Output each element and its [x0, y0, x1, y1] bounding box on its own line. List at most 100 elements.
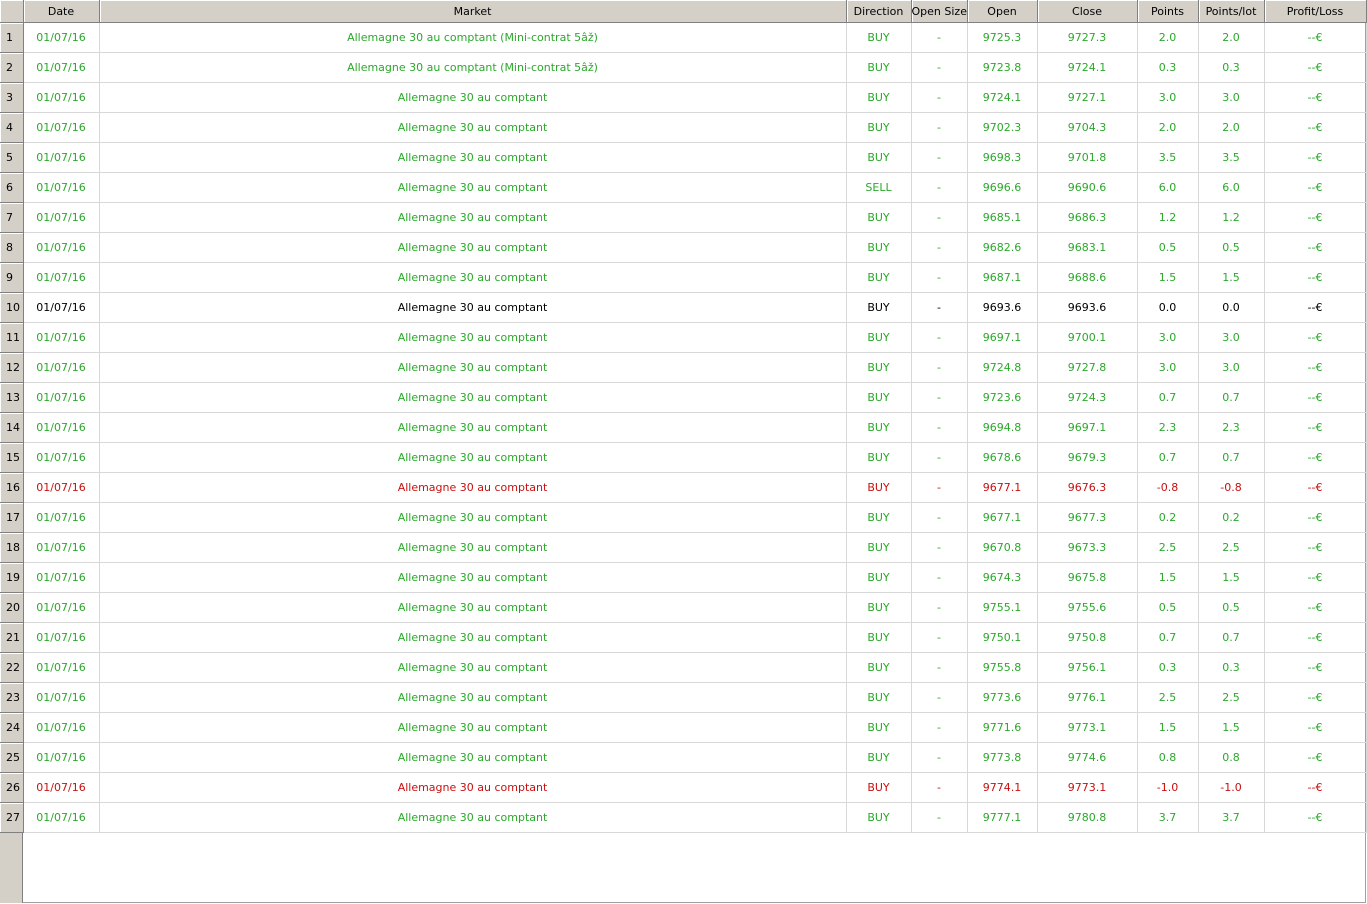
row-number[interactable]: 15: [0, 442, 24, 473]
row-number[interactable]: 7: [0, 202, 24, 233]
row-number[interactable]: 2: [0, 52, 24, 83]
open-cell: 9696.6: [967, 172, 1038, 203]
row-number[interactable]: 11: [0, 322, 24, 353]
open-size-cell: -: [911, 232, 968, 263]
points-per-lot-cell: 3.7: [1198, 802, 1265, 833]
table-row[interactable]: 13 01/07/16 Allemagne 30 au comptant BUY -97…: [0, 382, 1367, 413]
row-number[interactable]: 14: [0, 412, 24, 443]
table-row[interactable]: 16 01/07/16 Allemagne 30 au comptant BUY -96…: [0, 472, 1367, 503]
table-row[interactable]: 27 01/07/16 Allemagne 30 au comptant BUY -97…: [0, 802, 1367, 833]
table-row[interactable]: 20 01/07/16 Allemagne 30 au comptant BUY -97…: [0, 592, 1367, 623]
row-number[interactable]: 12: [0, 352, 24, 383]
table-row[interactable]: 18 01/07/16 Allemagne 30 au comptant BUY -96…: [0, 532, 1367, 563]
column-header-direction[interactable]: Direction: [846, 0, 912, 23]
column-header-open[interactable]: Open: [967, 0, 1038, 23]
row-number[interactable]: 18: [0, 532, 24, 563]
market-cell: Allemagne 30 au comptant: [99, 622, 847, 653]
column-header-open-size[interactable]: Open Size: [911, 0, 968, 23]
table-row[interactable]: 8 01/07/16 Allemagne 30 au comptant BUY -968…: [0, 232, 1367, 263]
points-cell: 3.0: [1137, 352, 1199, 383]
row-number[interactable]: 25: [0, 742, 24, 773]
header-row: Date Market Direction Open Size Open Clo…: [0, 0, 1367, 23]
row-number[interactable]: 6: [0, 172, 24, 203]
row-number[interactable]: 9: [0, 262, 24, 293]
direction-cell: BUY: [846, 802, 912, 833]
table-row[interactable]: 3 01/07/16 Allemagne 30 au comptant BUY -972…: [0, 82, 1367, 113]
open-cell: 9702.3: [967, 112, 1038, 143]
row-number[interactable]: 10: [0, 292, 24, 323]
row-number[interactable]: 17: [0, 502, 24, 533]
open-cell: 9697.1: [967, 322, 1038, 353]
table-row[interactable]: 7 01/07/16 Allemagne 30 au comptant BUY -968…: [0, 202, 1367, 233]
row-number[interactable]: 21: [0, 622, 24, 653]
table-row[interactable]: 12 01/07/16 Allemagne 30 au comptant BUY -97…: [0, 352, 1367, 383]
row-number[interactable]: 24: [0, 712, 24, 743]
row-number[interactable]: 3: [0, 82, 24, 113]
open-size-cell: -: [911, 262, 968, 293]
points-cell: 0.5: [1137, 592, 1199, 623]
profit-loss-cell: --€: [1264, 802, 1367, 833]
table-row[interactable]: 19 01/07/16 Allemagne 30 au comptant BUY -96…: [0, 562, 1367, 593]
table-row[interactable]: 10 01/07/16 Allemagne 30 au comptant BUY -96…: [0, 292, 1367, 323]
table-row[interactable]: 11 01/07/16 Allemagne 30 au comptant BUY -96…: [0, 322, 1367, 353]
open-cell: 9723.8: [967, 52, 1038, 83]
row-number[interactable]: 8: [0, 232, 24, 263]
direction-cell: BUY: [846, 82, 912, 113]
table-row[interactable]: 22 01/07/16 Allemagne 30 au comptant BUY -97…: [0, 652, 1367, 683]
direction-cell: SELL: [846, 172, 912, 203]
row-number[interactable]: 13: [0, 382, 24, 413]
table-row[interactable]: 15 01/07/16 Allemagne 30 au comptant BUY -96…: [0, 442, 1367, 473]
close-cell: 9700.1: [1037, 322, 1138, 353]
points-cell: 2.0: [1137, 22, 1199, 53]
table-row[interactable]: 17 01/07/16 Allemagne 30 au comptant BUY -96…: [0, 502, 1367, 533]
open-size-cell: -: [911, 202, 968, 233]
points-per-lot-cell: 3.0: [1198, 82, 1265, 113]
row-number[interactable]: 19: [0, 562, 24, 593]
direction-cell: BUY: [846, 382, 912, 413]
column-header-close[interactable]: Close: [1037, 0, 1138, 23]
direction-cell: BUY: [846, 292, 912, 323]
profit-loss-cell: --€: [1264, 742, 1367, 773]
row-number[interactable]: 1: [0, 22, 24, 53]
table-row[interactable]: 26 01/07/16 Allemagne 30 au comptant BUY -97…: [0, 772, 1367, 803]
row-number[interactable]: 23: [0, 682, 24, 713]
date-cell: 01/07/16: [23, 682, 100, 713]
date-cell: 01/07/16: [23, 52, 100, 83]
table-row[interactable]: 25 01/07/16 Allemagne 30 au comptant BUY -97…: [0, 742, 1367, 773]
table-row[interactable]: 24 01/07/16 Allemagne 30 au comptant BUY -97…: [0, 712, 1367, 743]
row-number[interactable]: 5: [0, 142, 24, 173]
open-cell: 9677.1: [967, 502, 1038, 533]
profit-loss-cell: --€: [1264, 592, 1367, 623]
direction-cell: BUY: [846, 712, 912, 743]
column-header-date[interactable]: Date: [23, 0, 100, 23]
row-number[interactable]: 20: [0, 592, 24, 623]
column-header-points[interactable]: Points: [1137, 0, 1199, 23]
table-row[interactable]: 1 01/07/16 Allemagne 30 au comptant (Mini-…: [0, 22, 1367, 53]
direction-cell: BUY: [846, 682, 912, 713]
row-number[interactable]: 27: [0, 802, 24, 833]
row-number[interactable]: 4: [0, 112, 24, 143]
column-header-points-per-lot[interactable]: Points/lot: [1198, 0, 1265, 23]
table-row[interactable]: 6 01/07/16 Allemagne 30 au comptant SELL -96…: [0, 172, 1367, 203]
table-row[interactable]: 21 01/07/16 Allemagne 30 au comptant BUY -97…: [0, 622, 1367, 653]
direction-cell: BUY: [846, 232, 912, 263]
points-per-lot-cell: 0.5: [1198, 592, 1265, 623]
table-row[interactable]: 2 01/07/16 Allemagne 30 au comptant (Mini-…: [0, 52, 1367, 83]
date-cell: 01/07/16: [23, 742, 100, 773]
table-row[interactable]: 23 01/07/16 Allemagne 30 au comptant BUY -97…: [0, 682, 1367, 713]
column-header-profit-loss[interactable]: Profit/Loss: [1264, 0, 1367, 23]
points-per-lot-cell: 3.0: [1198, 322, 1265, 353]
table-row[interactable]: 4 01/07/16 Allemagne 30 au comptant BUY -970…: [0, 112, 1367, 143]
corner-header[interactable]: [0, 0, 24, 23]
column-header-market[interactable]: Market: [99, 0, 847, 23]
row-number[interactable]: 22: [0, 652, 24, 683]
row-number[interactable]: 16: [0, 472, 24, 503]
table-row[interactable]: 9 01/07/16 Allemagne 30 au comptant BUY -968…: [0, 262, 1367, 293]
date-cell: 01/07/16: [23, 142, 100, 173]
table-row[interactable]: 5 01/07/16 Allemagne 30 au comptant BUY -969…: [0, 142, 1367, 173]
table-row[interactable]: 14 01/07/16 Allemagne 30 au comptant BUY -96…: [0, 412, 1367, 443]
close-cell: 9686.3: [1037, 202, 1138, 233]
market-cell: Allemagne 30 au comptant: [99, 82, 847, 113]
open-cell: 9773.6: [967, 682, 1038, 713]
row-number[interactable]: 26: [0, 772, 24, 803]
